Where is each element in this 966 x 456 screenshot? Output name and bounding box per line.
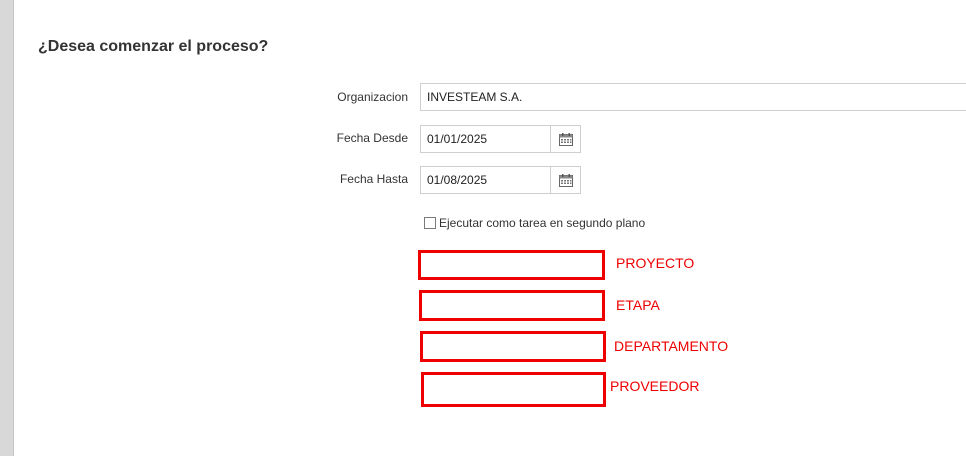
etapa-annotation-label: ETAPA: [616, 297, 660, 313]
calendar-icon: [558, 173, 573, 187]
left-panel-edge: [0, 0, 14, 456]
departamento-annotation-label: DEPARTAMENTO: [614, 338, 729, 354]
departamento-annotation-box: [420, 331, 606, 362]
calendar-icon: [558, 132, 573, 146]
dialog-title: ¿Desea comenzar el proceso?: [38, 38, 269, 55]
proyecto-annotation-box: [418, 250, 605, 280]
proveedor-annotation-box: [421, 372, 606, 407]
proyecto-annotation-label: PROYECTO: [616, 255, 695, 271]
background-task-option[interactable]: Ejecutar como tarea en segundo plano: [424, 216, 645, 230]
background-task-label: Ejecutar como tarea en segundo plano: [439, 216, 646, 230]
fecha-hasta-label: Fecha Hasta: [339, 172, 408, 186]
fecha-hasta-calendar-button[interactable]: [550, 166, 581, 194]
background-task-checkbox[interactable]: [424, 217, 436, 229]
proveedor-annotation-label: PROVEEDOR: [610, 378, 700, 394]
fecha-desde-field[interactable]: 01/01/2025: [420, 125, 552, 153]
organizacion-label: Organizacion: [337, 90, 408, 104]
fecha-desde-label: Fecha Desde: [336, 131, 408, 145]
organizacion-field[interactable]: INVESTEAM S.A.: [420, 83, 966, 111]
fecha-desde-calendar-button[interactable]: [550, 125, 581, 153]
fecha-hasta-field[interactable]: 01/08/2025: [420, 166, 552, 194]
etapa-annotation-box: [419, 290, 605, 321]
